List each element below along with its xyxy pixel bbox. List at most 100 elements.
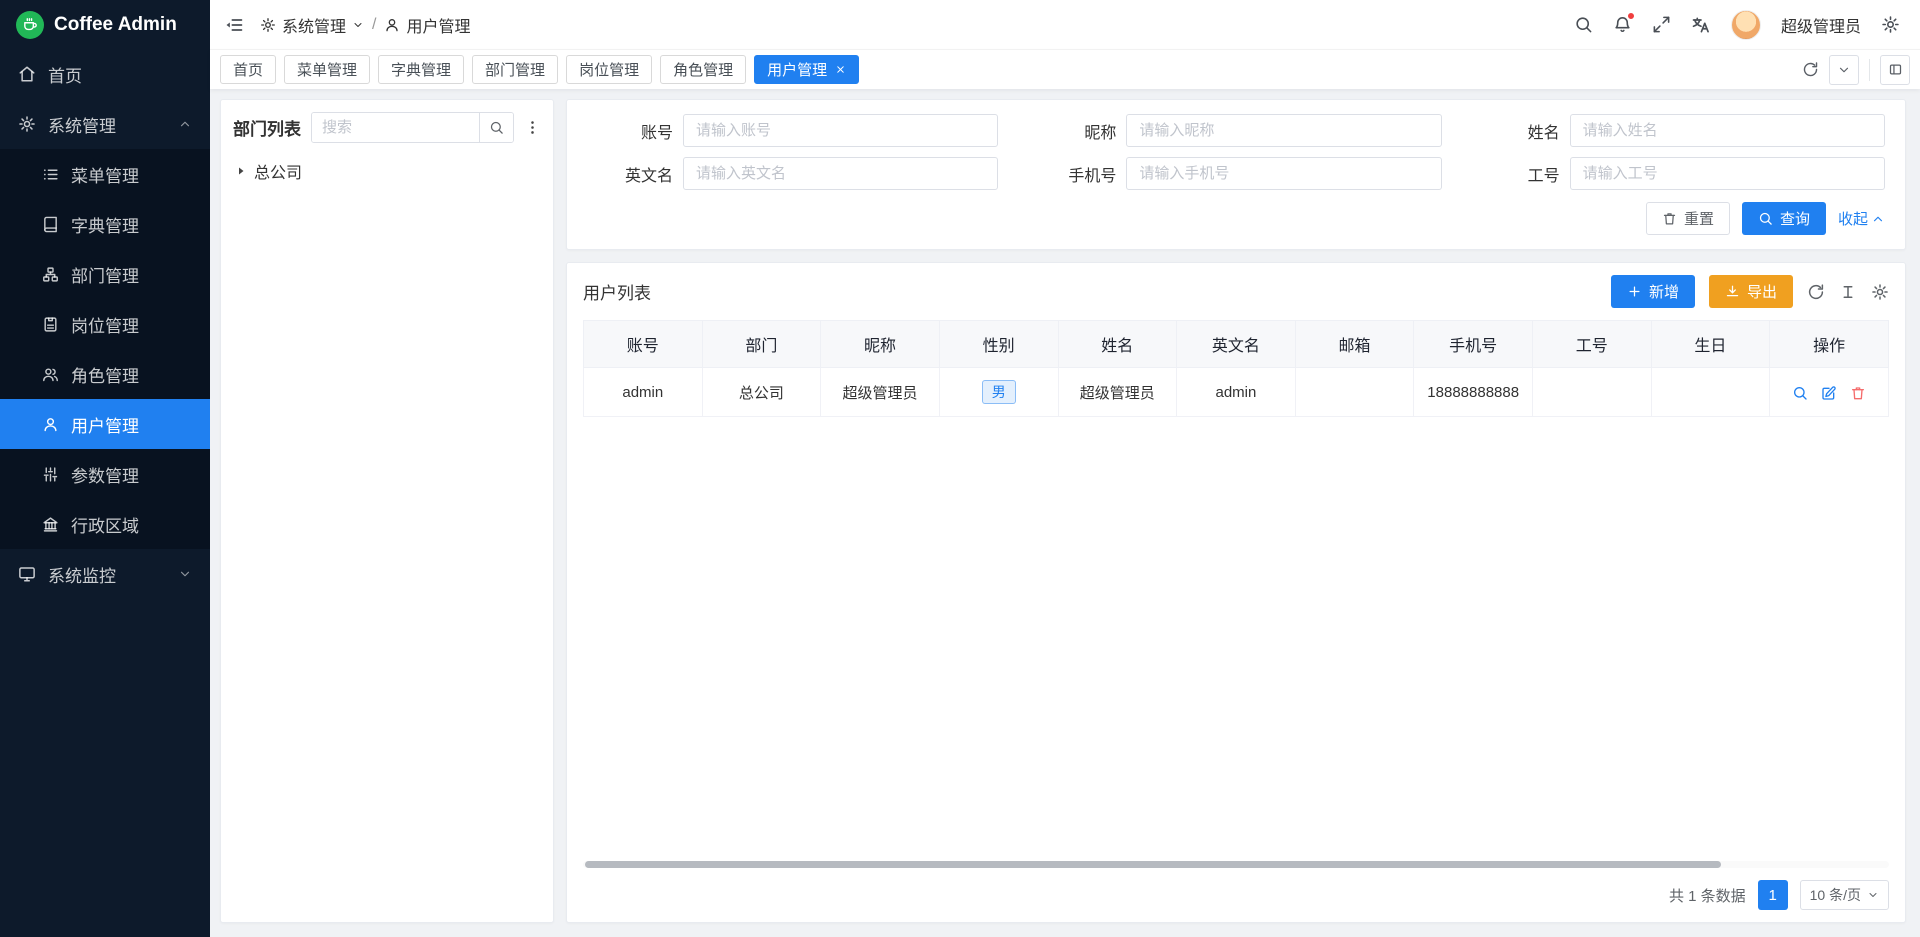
en-name-input[interactable]	[683, 157, 998, 190]
view-detail-icon[interactable]	[1792, 385, 1808, 401]
settings-gear-icon[interactable]	[1881, 15, 1900, 34]
brand-name: Coffee Admin	[54, 14, 177, 36]
sidebar-item-label: 用户管理	[71, 412, 192, 437]
page-button-1[interactable]: 1	[1758, 880, 1788, 910]
collapse-sidebar-icon[interactable]	[224, 15, 244, 35]
horizontal-scrollbar[interactable]	[583, 861, 1889, 868]
sidebar-item-dept-mgmt[interactable]: 部门管理	[0, 249, 210, 299]
department-panel: 部门列表 总公司	[220, 99, 554, 923]
add-user-button[interactable]: 新增	[1611, 275, 1695, 308]
tab-post-mgmt[interactable]: 岗位管理	[566, 55, 652, 84]
sidebar: Coffee Admin 首页 系统管理 菜单管理 字典管理	[0, 0, 210, 937]
tab-dict-mgmt[interactable]: 字典管理	[378, 55, 464, 84]
sidebar-item-post-mgmt[interactable]: 岗位管理	[0, 299, 210, 349]
tab-label: 字典管理	[391, 59, 451, 80]
plus-icon	[1627, 284, 1642, 299]
users-icon	[42, 366, 59, 383]
cell-actions	[1770, 368, 1889, 417]
refresh-table-icon[interactable]	[1807, 283, 1825, 301]
avatar[interactable]	[1731, 10, 1761, 40]
chevron-down-icon	[1867, 889, 1879, 901]
column-settings-gear-icon[interactable]	[1871, 283, 1889, 301]
tab-user-mgmt[interactable]: 用户管理	[754, 55, 859, 84]
add-button-label: 新增	[1649, 281, 1679, 302]
translate-icon[interactable]	[1691, 15, 1711, 35]
edit-icon[interactable]	[1821, 385, 1837, 401]
form-item-nickname: 昵称	[1026, 114, 1441, 147]
table-header-row: 账号 部门 昵称 性别 姓名 英文名 邮箱 手机号 工号 生日	[584, 321, 1889, 368]
nickname-input[interactable]	[1126, 114, 1441, 147]
breadcrumb-parent-label: 系统管理	[282, 13, 346, 37]
notification-bell-icon[interactable]	[1613, 15, 1632, 34]
row-height-icon[interactable]	[1839, 283, 1857, 301]
form-item-account: 账号	[583, 114, 998, 147]
tab-dept-mgmt[interactable]: 部门管理	[472, 55, 558, 84]
tab-role-mgmt[interactable]: 角色管理	[660, 55, 746, 84]
sidebar-item-system[interactable]: 系统管理	[0, 99, 210, 149]
field-label: 手机号	[1026, 162, 1116, 186]
refresh-tab-icon[interactable]	[1802, 61, 1819, 78]
sidebar-item-monitor[interactable]: 系统监控	[0, 549, 210, 599]
breadcrumb-separator: /	[372, 16, 376, 34]
content-fullscreen-icon[interactable]	[1880, 55, 1910, 85]
cell-en-name: admin	[1177, 368, 1296, 417]
export-button-label: 导出	[1747, 281, 1777, 302]
col-birthday: 生日	[1651, 321, 1770, 368]
work-no-input[interactable]	[1570, 157, 1885, 190]
sidebar-item-region-mgmt[interactable]: 行政区域	[0, 499, 210, 549]
search-icon[interactable]	[1574, 15, 1593, 34]
scrollbar-thumb[interactable]	[585, 861, 1721, 868]
tab-home[interactable]: 首页	[220, 55, 276, 84]
field-label: 姓名	[1470, 119, 1560, 143]
reset-button[interactable]: 重置	[1646, 202, 1730, 235]
brand[interactable]: Coffee Admin	[0, 0, 210, 49]
current-user-name[interactable]: 超级管理员	[1781, 13, 1861, 37]
breadcrumb-current: 用户管理	[384, 13, 470, 37]
table-empty-space	[583, 417, 1889, 855]
department-panel-title: 部门列表	[233, 115, 301, 140]
account-input[interactable]	[683, 114, 998, 147]
sidebar-item-dict-mgmt[interactable]: 字典管理	[0, 199, 210, 249]
page-size-select[interactable]: 10 条/页	[1800, 880, 1889, 910]
gender-tag[interactable]: 男	[982, 380, 1016, 404]
name-input[interactable]	[1570, 114, 1885, 147]
badge-icon	[42, 316, 59, 333]
sidebar-item-role-mgmt[interactable]: 角色管理	[0, 349, 210, 399]
sidebar-menu: 首页 系统管理 菜单管理 字典管理 部门管理	[0, 49, 210, 937]
fullscreen-icon[interactable]	[1652, 15, 1671, 34]
home-icon	[18, 65, 36, 83]
caret-right-icon[interactable]	[235, 165, 247, 177]
sidebar-item-param-mgmt[interactable]: 参数管理	[0, 449, 210, 499]
query-button[interactable]: 查询	[1742, 202, 1826, 235]
department-search-input[interactable]	[312, 113, 479, 142]
divider	[1869, 59, 1870, 81]
col-en-name: 英文名	[1177, 321, 1296, 368]
sidebar-item-user-mgmt[interactable]: 用户管理	[0, 399, 210, 449]
right-column: 账号 昵称 姓名 英文名	[566, 99, 1906, 923]
phone-input[interactable]	[1126, 157, 1441, 190]
sidebar-item-home[interactable]: 首页	[0, 49, 210, 99]
field-label: 工号	[1470, 162, 1560, 186]
topbar: 系统管理 / 用户管理 超级管理员	[210, 0, 1920, 49]
more-options-icon[interactable]	[524, 119, 541, 136]
chevron-up-icon	[178, 117, 192, 131]
department-search-button[interactable]	[479, 113, 513, 142]
export-button[interactable]: 导出	[1709, 275, 1793, 308]
table-actions: 新增 导出	[1611, 275, 1889, 308]
sidebar-item-menu-mgmt[interactable]: 菜单管理	[0, 149, 210, 199]
col-name: 姓名	[1058, 321, 1177, 368]
user-list-header: 用户列表 新增 导出	[583, 275, 1889, 308]
tab-menu-mgmt[interactable]: 菜单管理	[284, 55, 370, 84]
breadcrumb-parent[interactable]: 系统管理	[260, 13, 364, 37]
list-icon	[42, 166, 59, 183]
form-item-work-no: 工号	[1470, 157, 1885, 190]
cell-dept: 总公司	[702, 368, 821, 417]
close-icon[interactable]	[835, 64, 846, 75]
cell-work-no	[1533, 368, 1652, 417]
department-search-group	[311, 112, 514, 143]
tree-node-root[interactable]: 总公司	[233, 155, 541, 187]
tab-options-dropdown[interactable]	[1829, 55, 1859, 85]
content-area: 部门列表 总公司	[210, 89, 1920, 937]
collapse-form-link[interactable]: 收起	[1838, 208, 1885, 229]
delete-icon[interactable]	[1850, 385, 1866, 401]
